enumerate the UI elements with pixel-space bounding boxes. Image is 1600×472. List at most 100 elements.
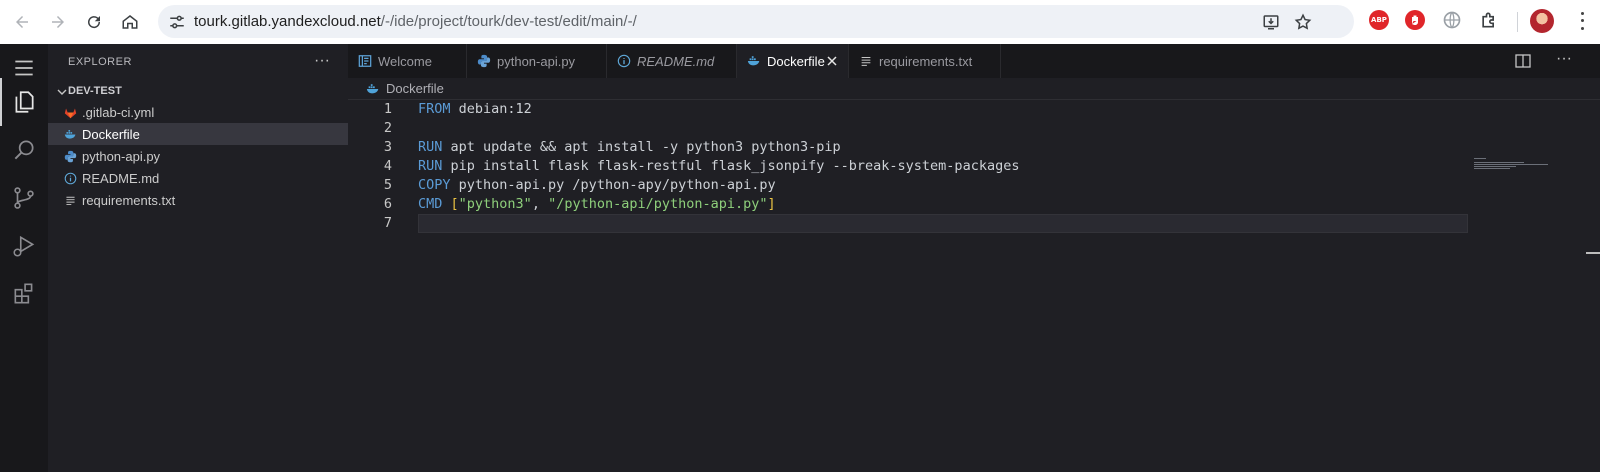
bookmark-star-icon[interactable]: [1294, 13, 1312, 31]
tab-label: README.md: [637, 54, 715, 69]
home-button[interactable]: [116, 8, 144, 36]
overview-ruler-cursor: [1586, 252, 1600, 254]
install-app-icon[interactable]: [1262, 13, 1280, 31]
arrow-right-icon: [52, 16, 64, 28]
toolbar-divider: [1517, 12, 1518, 32]
info-icon: [64, 172, 77, 185]
explorer-sidebar: EXPLORER ··· DEV-TEST .gitlab-ci.yml Doc…: [48, 44, 348, 472]
search-activity[interactable]: [0, 126, 48, 174]
tab-requirements[interactable]: requirements.txt: [849, 44, 1001, 78]
browser-menu-button[interactable]: [1572, 10, 1592, 32]
string: "/python-api/python-api.py": [548, 196, 768, 212]
file-readme[interactable]: README.md: [48, 167, 348, 189]
line-text: RUN apt update && apt install -y python3…: [418, 139, 841, 155]
url-path: /-/ide/project/tourk/dev-test/edit/main/…: [380, 13, 637, 30]
tab-readme[interactable]: README.md: [607, 44, 737, 78]
file-name: .gitlab-ci.yml: [82, 105, 155, 120]
current-line-highlight: [418, 214, 1468, 233]
file-dockerfile[interactable]: Dockerfile: [48, 123, 348, 145]
python-icon: [64, 150, 77, 163]
string: "python3": [458, 196, 532, 212]
code-line: 4 RUN pip install flask flask-restful fl…: [348, 157, 1468, 176]
lines-icon: [861, 56, 871, 66]
code-text: apt update && apt install -y python3 pyt…: [442, 139, 841, 155]
explorer-title: EXPLORER: [68, 56, 132, 68]
tab-welcome[interactable]: Welcome: [348, 44, 467, 78]
line-text: CMD ["python3", "/python-api/python-api.…: [418, 196, 776, 212]
explorer-activity[interactable]: [0, 78, 48, 126]
python-icon: [477, 54, 491, 68]
lines-icon: [66, 196, 75, 206]
file-gitlab-ci[interactable]: .gitlab-ci.yml: [48, 101, 348, 123]
docker-icon: [747, 56, 760, 66]
keyword: COPY: [418, 177, 451, 193]
file-name: Dockerfile: [82, 127, 140, 142]
back-button[interactable]: [8, 8, 36, 36]
extensions-puzzle-icon[interactable]: [1479, 10, 1499, 30]
code-line: 2: [348, 119, 1468, 138]
reload-button[interactable]: [80, 8, 108, 36]
site-info-icon[interactable]: [168, 13, 186, 31]
tab-label: Dockerfile: [767, 54, 825, 69]
files-icon: [15, 91, 34, 113]
chevron-down-icon: [57, 89, 67, 95]
file-requirements[interactable]: requirements.txt: [48, 189, 348, 211]
folder-dev-test[interactable]: DEV-TEST: [48, 82, 348, 102]
tab-label: Welcome: [378, 54, 432, 69]
tab-dockerfile[interactable]: Dockerfile: [737, 44, 849, 78]
run-debug-activity[interactable]: [0, 222, 48, 270]
adblock-plus-icon[interactable]: ABP: [1369, 10, 1389, 30]
code-text: pip install flask flask-restful flask_js…: [442, 158, 1020, 174]
split-editor-icon[interactable]: [1514, 52, 1532, 70]
url-text[interactable]: tourk.gitlab.yandexcloud.net/-/ide/proje…: [194, 13, 637, 30]
file-python-api[interactable]: python-api.py: [48, 145, 348, 167]
extensions-activity[interactable]: [0, 270, 48, 318]
keyword: RUN: [418, 139, 443, 155]
line-number: 4: [383, 158, 392, 174]
stop-hand-extension-icon[interactable]: [1405, 10, 1425, 30]
editor-tabs: Welcome python-api.py README.md Dockerfi…: [348, 44, 1600, 78]
code-line: 3 RUN apt update && apt install -y pytho…: [348, 138, 1468, 157]
file-name: README.md: [82, 171, 160, 186]
code-line-current: 7: [348, 214, 1468, 233]
globe-extension-icon[interactable]: [1442, 10, 1462, 30]
docker-icon: [64, 130, 76, 139]
search-icon: [14, 140, 34, 160]
line-number: 3: [383, 139, 392, 155]
code-line: 1 FROM debian:12: [348, 100, 1468, 119]
run-debug-icon: [13, 235, 35, 257]
breadcrumb-file[interactable]: Dockerfile: [386, 81, 444, 96]
code-line: 5 COPY python-api.py /python-apy/python-…: [348, 176, 1468, 195]
code-text: debian:12: [450, 101, 532, 117]
line-number: 5: [383, 177, 392, 193]
close-icon[interactable]: [824, 53, 840, 69]
breadcrumb: Dockerfile: [348, 78, 1600, 100]
folder-name: DEV-TEST: [68, 85, 122, 97]
code-line: 6 CMD ["python3", "/python-api/python-ap…: [348, 195, 1468, 214]
line-number: 1: [383, 101, 392, 117]
reload-icon: [88, 16, 101, 29]
profile-avatar[interactable]: [1530, 9, 1554, 33]
line-number: 2: [383, 120, 392, 136]
minimap[interactable]: [1474, 158, 1554, 174]
file-name: requirements.txt: [82, 193, 176, 208]
keyword: RUN: [418, 158, 443, 174]
explorer-more-button[interactable]: ···: [310, 52, 334, 72]
activity-bar: [0, 44, 48, 472]
source-control-activity[interactable]: [0, 174, 48, 222]
browser-toolbar: tourk.gitlab.yandexcloud.net/-/ide/proje…: [0, 0, 1600, 44]
address-bar[interactable]: tourk.gitlab.yandexcloud.net/-/ide/proje…: [158, 5, 1354, 38]
bracket: [: [442, 196, 459, 212]
code-editor[interactable]: 1 FROM debian:12 2 3 RUN apt update && a…: [348, 100, 1600, 472]
keyword: FROM: [418, 101, 451, 117]
line-text: FROM debian:12: [418, 101, 532, 117]
web-ide: EXPLORER ··· DEV-TEST .gitlab-ci.yml Doc…: [0, 44, 1600, 472]
tab-python-api[interactable]: python-api.py: [467, 44, 607, 78]
line-text: RUN pip install flask flask-restful flas…: [418, 158, 1019, 174]
tab-label: requirements.txt: [879, 54, 973, 69]
editor-more-actions[interactable]: ···: [1554, 50, 1574, 70]
info-icon: [617, 54, 631, 68]
arrow-left-icon: [16, 16, 28, 28]
file-name: python-api.py: [82, 149, 161, 164]
forward-button[interactable]: [44, 8, 72, 36]
